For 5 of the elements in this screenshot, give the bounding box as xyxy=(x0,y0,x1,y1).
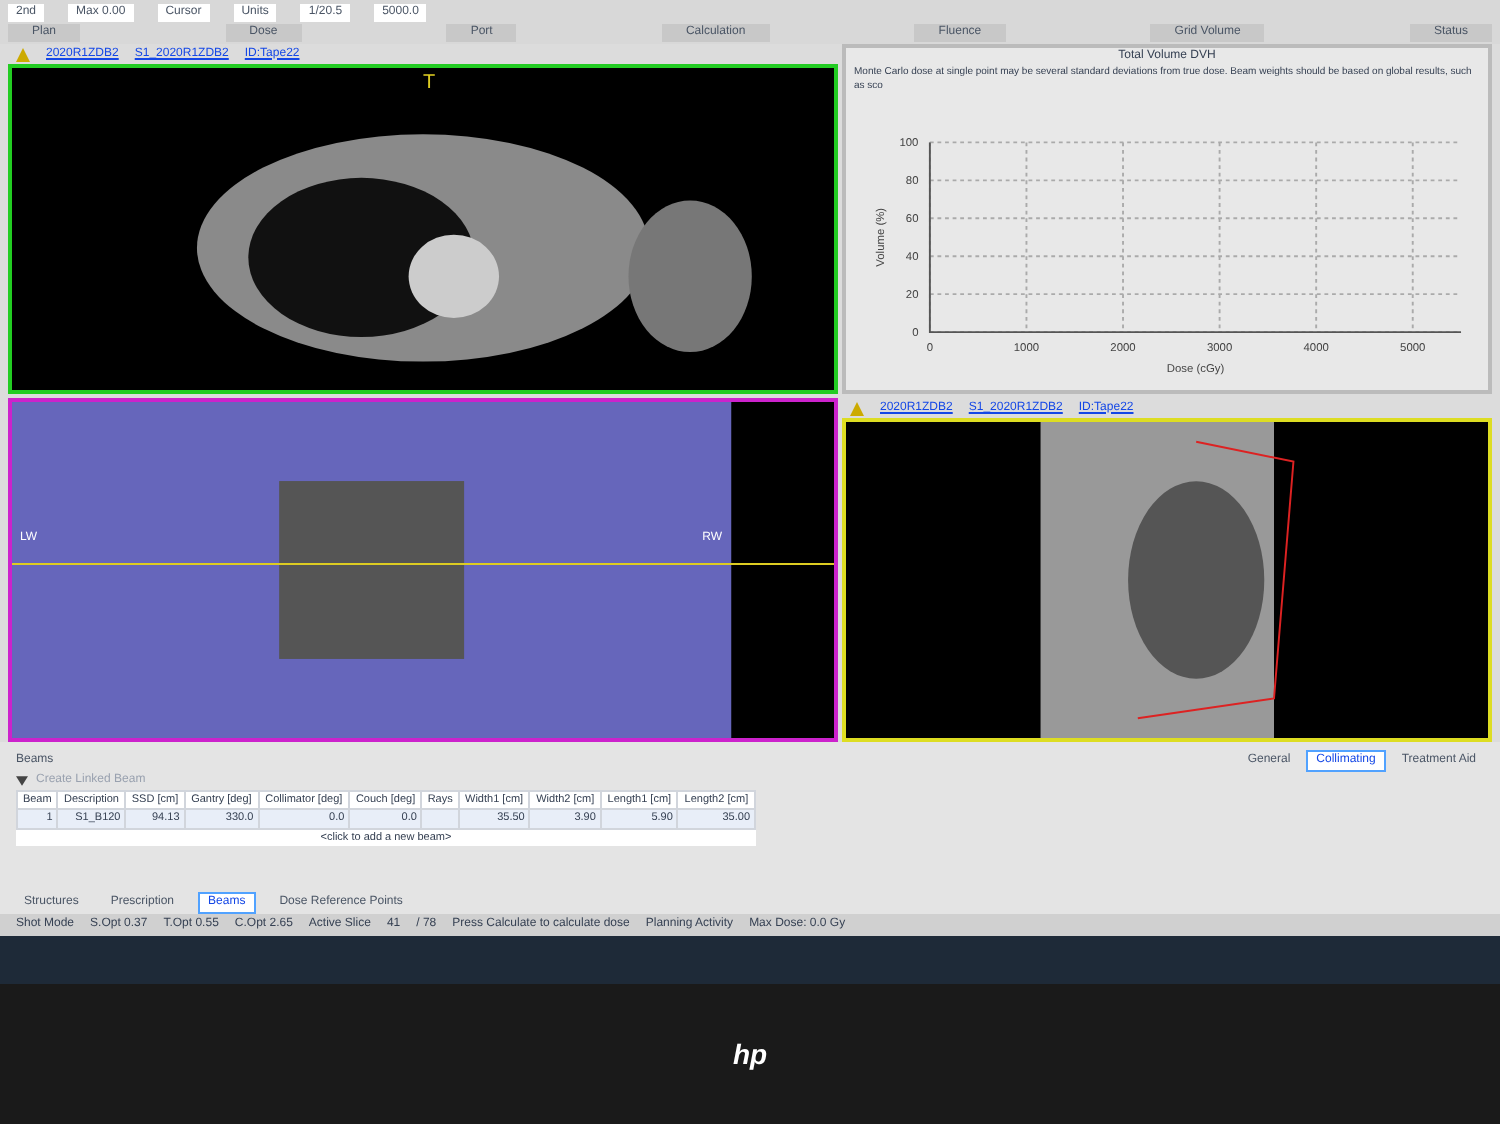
warning-icon xyxy=(850,401,864,415)
toolbar-icon[interactable] xyxy=(16,776,28,786)
orientation-marker: T xyxy=(423,70,436,98)
table-cell xyxy=(421,809,459,828)
monitor-logo: hp xyxy=(732,1035,768,1074)
